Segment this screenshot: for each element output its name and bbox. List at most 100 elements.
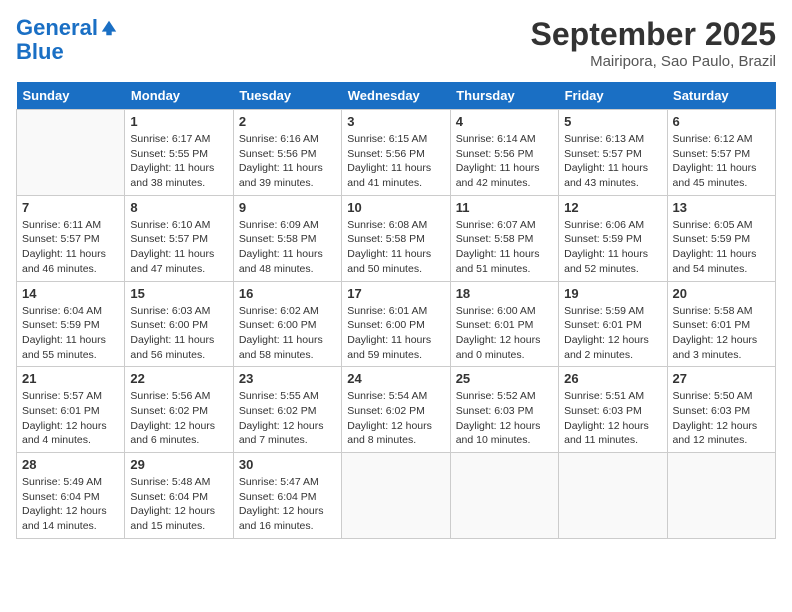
day-info: Sunrise: 6:04 AM Sunset: 5:59 PM Dayligh… (22, 304, 119, 363)
calendar-body: 1 Sunrise: 6:17 AM Sunset: 5:55 PM Daylig… (17, 110, 776, 539)
week-row-2: 7Sunrise: 6:11 AM Sunset: 5:57 PM Daylig… (17, 195, 776, 281)
calendar-cell: 18 Sunrise: 6:00 AM Sunset: 6:01 PM Dayli… (450, 281, 558, 367)
day-info: Sunrise: 6:06 AM Sunset: 5:59 PM Dayligh… (564, 218, 661, 277)
day-of-week-wednesday: Wednesday (342, 82, 450, 110)
logo: General Blue (16, 16, 118, 64)
day-number: 18 (456, 286, 553, 301)
day-number: 26 (564, 371, 661, 386)
calendar-cell: 24 Sunrise: 5:54 AM Sunset: 6:02 PM Dayli… (342, 367, 450, 453)
day-info: Sunrise: 5:58 AM Sunset: 6:01 PM Dayligh… (673, 304, 770, 363)
day-info: Sunrise: 5:48 AM Sunset: 6:04 PM Dayligh… (130, 475, 227, 534)
calendar-cell: 4 Sunrise: 6:14 AM Sunset: 5:56 PM Daylig… (450, 110, 558, 196)
calendar-cell: 16 Sunrise: 6:02 AM Sunset: 6:00 PM Dayli… (233, 281, 341, 367)
week-row-3: 14 Sunrise: 6:04 AM Sunset: 5:59 PM Dayli… (17, 281, 776, 367)
calendar-cell: 29 Sunrise: 5:48 AM Sunset: 6:04 PM Dayli… (125, 453, 233, 539)
day-number: 21 (22, 371, 119, 386)
day-info: Sunrise: 5:55 AM Sunset: 6:02 PM Dayligh… (239, 389, 336, 448)
calendar-cell: 13Sunrise: 6:05 AM Sunset: 5:59 PM Dayli… (667, 195, 775, 281)
day-of-week-thursday: Thursday (450, 82, 558, 110)
calendar-cell: 17Sunrise: 6:01 AM Sunset: 6:00 PM Dayli… (342, 281, 450, 367)
day-info: Sunrise: 5:57 AM Sunset: 6:01 PM Dayligh… (22, 389, 119, 448)
day-number: 14 (22, 286, 119, 301)
calendar-cell: 11Sunrise: 6:07 AM Sunset: 5:58 PM Dayli… (450, 195, 558, 281)
day-number: 20 (673, 286, 770, 301)
calendar-cell (667, 453, 775, 539)
day-info: Sunrise: 6:08 AM Sunset: 5:58 PM Dayligh… (347, 218, 444, 277)
day-number: 2 (239, 114, 336, 129)
calendar-cell: 14 Sunrise: 6:04 AM Sunset: 5:59 PM Dayli… (17, 281, 125, 367)
day-info: Sunrise: 6:07 AM Sunset: 5:58 PM Dayligh… (456, 218, 553, 277)
calendar-cell: 23 Sunrise: 5:55 AM Sunset: 6:02 PM Dayli… (233, 367, 341, 453)
day-number: 17 (347, 286, 444, 301)
day-number: 16 (239, 286, 336, 301)
day-number: 27 (673, 371, 770, 386)
calendar-cell: 6 Sunrise: 6:12 AM Sunset: 5:57 PM Daylig… (667, 110, 775, 196)
day-info: Sunrise: 5:47 AM Sunset: 6:04 PM Dayligh… (239, 475, 336, 534)
logo-text: General (16, 16, 98, 40)
calendar-cell: 3 Sunrise: 6:15 AM Sunset: 5:56 PM Daylig… (342, 110, 450, 196)
calendar-cell: 28 Sunrise: 5:49 AM Sunset: 6:04 PM Dayli… (17, 453, 125, 539)
day-number: 30 (239, 457, 336, 472)
day-number: 1 (130, 114, 227, 129)
calendar-cell: 2 Sunrise: 6:16 AM Sunset: 5:56 PM Daylig… (233, 110, 341, 196)
day-number: 15 (130, 286, 227, 301)
calendar-cell: 12 Sunrise: 6:06 AM Sunset: 5:59 PM Dayli… (559, 195, 667, 281)
day-of-week-sunday: Sunday (17, 82, 125, 110)
calendar-cell (450, 453, 558, 539)
week-row-4: 21 Sunrise: 5:57 AM Sunset: 6:01 PM Dayli… (17, 367, 776, 453)
day-number: 9 (239, 200, 336, 215)
calendar-cell: 26 Sunrise: 5:51 AM Sunset: 6:03 PM Dayli… (559, 367, 667, 453)
day-info: Sunrise: 6:17 AM Sunset: 5:55 PM Dayligh… (130, 132, 227, 191)
day-info: Sunrise: 5:49 AM Sunset: 6:04 PM Dayligh… (22, 475, 119, 534)
day-number: 13 (673, 200, 770, 215)
day-info: Sunrise: 6:15 AM Sunset: 5:56 PM Dayligh… (347, 132, 444, 191)
day-of-week-friday: Friday (559, 82, 667, 110)
day-info: Sunrise: 5:59 AM Sunset: 6:01 PM Dayligh… (564, 304, 661, 363)
day-info: Sunrise: 6:03 AM Sunset: 6:00 PM Dayligh… (130, 304, 227, 363)
day-info: Sunrise: 5:54 AM Sunset: 6:02 PM Dayligh… (347, 389, 444, 448)
day-info: Sunrise: 6:14 AM Sunset: 5:56 PM Dayligh… (456, 132, 553, 191)
calendar-cell: 20 Sunrise: 5:58 AM Sunset: 6:01 PM Dayli… (667, 281, 775, 367)
calendar-cell: 5Sunrise: 6:13 AM Sunset: 5:57 PM Daylig… (559, 110, 667, 196)
day-info: Sunrise: 6:11 AM Sunset: 5:57 PM Dayligh… (22, 218, 119, 277)
day-number: 12 (564, 200, 661, 215)
day-info: Sunrise: 6:00 AM Sunset: 6:01 PM Dayligh… (456, 304, 553, 363)
day-info: Sunrise: 6:12 AM Sunset: 5:57 PM Dayligh… (673, 132, 770, 191)
day-info: Sunrise: 5:52 AM Sunset: 6:03 PM Dayligh… (456, 389, 553, 448)
day-number: 8 (130, 200, 227, 215)
day-info: Sunrise: 5:51 AM Sunset: 6:03 PM Dayligh… (564, 389, 661, 448)
location: Mairipora, Sao Paulo, Brazil (531, 53, 776, 70)
day-number: 3 (347, 114, 444, 129)
page-header: General Blue September 2025 Mairipora, S… (16, 16, 776, 70)
day-of-week-monday: Monday (125, 82, 233, 110)
calendar-cell: 30 Sunrise: 5:47 AM Sunset: 6:04 PM Dayli… (233, 453, 341, 539)
calendar-cell: 9 Sunrise: 6:09 AM Sunset: 5:58 PM Daylig… (233, 195, 341, 281)
calendar-cell: 19 Sunrise: 5:59 AM Sunset: 6:01 PM Dayli… (559, 281, 667, 367)
day-number: 19 (564, 286, 661, 301)
day-info: Sunrise: 6:16 AM Sunset: 5:56 PM Dayligh… (239, 132, 336, 191)
logo-icon (100, 19, 118, 37)
day-number: 23 (239, 371, 336, 386)
calendar-header: SundayMondayTuesdayWednesdayThursdayFrid… (17, 82, 776, 110)
calendar-cell: 10 Sunrise: 6:08 AM Sunset: 5:58 PM Dayli… (342, 195, 450, 281)
calendar-cell: 15 Sunrise: 6:03 AM Sunset: 6:00 PM Dayli… (125, 281, 233, 367)
calendar-cell: 1 Sunrise: 6:17 AM Sunset: 5:55 PM Daylig… (125, 110, 233, 196)
title-block: September 2025 Mairipora, Sao Paulo, Bra… (531, 16, 776, 70)
day-number: 29 (130, 457, 227, 472)
day-number: 4 (456, 114, 553, 129)
day-number: 6 (673, 114, 770, 129)
day-of-week-tuesday: Tuesday (233, 82, 341, 110)
calendar-cell: 21 Sunrise: 5:57 AM Sunset: 6:01 PM Dayli… (17, 367, 125, 453)
calendar-table: SundayMondayTuesdayWednesdayThursdayFrid… (16, 82, 776, 539)
day-info: Sunrise: 5:56 AM Sunset: 6:02 PM Dayligh… (130, 389, 227, 448)
calendar-cell: 8Sunrise: 6:10 AM Sunset: 5:57 PM Daylig… (125, 195, 233, 281)
day-info: Sunrise: 6:13 AM Sunset: 5:57 PM Dayligh… (564, 132, 661, 191)
calendar-cell: 7Sunrise: 6:11 AM Sunset: 5:57 PM Daylig… (17, 195, 125, 281)
day-number: 10 (347, 200, 444, 215)
day-info: Sunrise: 6:09 AM Sunset: 5:58 PM Dayligh… (239, 218, 336, 277)
calendar-cell: 22Sunrise: 5:56 AM Sunset: 6:02 PM Dayli… (125, 367, 233, 453)
day-number: 24 (347, 371, 444, 386)
week-row-1: 1 Sunrise: 6:17 AM Sunset: 5:55 PM Daylig… (17, 110, 776, 196)
day-number: 28 (22, 457, 119, 472)
day-info: Sunrise: 6:02 AM Sunset: 6:00 PM Dayligh… (239, 304, 336, 363)
